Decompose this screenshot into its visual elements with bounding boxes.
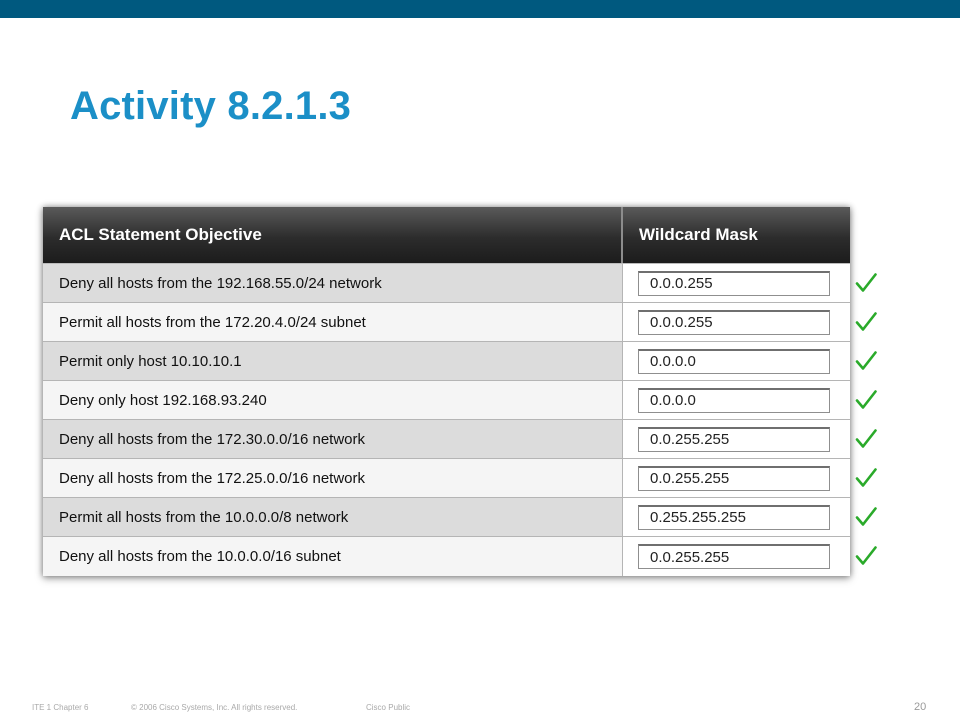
mask-cell: [623, 381, 850, 419]
table-row: Deny all hosts from the 192.168.55.0/24 …: [43, 264, 850, 303]
page-number: 20: [914, 701, 927, 713]
wildcard-mask-input[interactable]: [638, 544, 830, 569]
objective-cell: Deny only host 192.168.93.240: [43, 381, 623, 419]
table-row: Permit only host 10.10.10.1: [43, 342, 850, 381]
wildcard-mask-input[interactable]: [638, 465, 830, 491]
footer-classification: Cisco Public: [366, 703, 411, 712]
header-objective: ACL Statement Objective: [43, 207, 623, 263]
top-bar: [0, 0, 960, 18]
table-row: Deny all hosts from the 10.0.0.0/16 subn…: [43, 537, 850, 576]
wildcard-mask-input[interactable]: [638, 504, 830, 530]
table-row: Deny all hosts from the 172.30.0.0/16 ne…: [43, 420, 850, 459]
footer-course: ITE 1 Chapter 6: [32, 703, 89, 712]
mask-cell: [623, 459, 850, 497]
check-icon: [855, 497, 885, 536]
check-icon: [855, 263, 885, 302]
check-icon: [855, 341, 885, 380]
header-wildcard-mask: Wildcard Mask: [639, 225, 758, 244]
footer-copyright: © 2006 Cisco Systems, Inc. All rights re…: [131, 703, 298, 712]
objective-cell: Deny all hosts from the 172.25.0.0/16 ne…: [43, 459, 623, 497]
mask-cell: [623, 342, 850, 380]
objective-cell: Permit all hosts from the 10.0.0.0/8 net…: [43, 498, 623, 536]
check-icon: [855, 302, 885, 341]
objective-cell: Deny all hosts from the 172.30.0.0/16 ne…: [43, 420, 623, 458]
check-icon: [855, 458, 885, 497]
table-row: Permit all hosts from the 10.0.0.0/8 net…: [43, 498, 850, 537]
mask-cell: [623, 420, 850, 458]
check-icon: [855, 380, 885, 419]
check-icon: [855, 419, 885, 458]
mask-cell: [623, 537, 850, 576]
wildcard-mask-input[interactable]: [638, 270, 830, 296]
table-row: Deny only host 192.168.93.240: [43, 381, 850, 420]
acl-table: ACL Statement Objective Wildcard Mask De…: [43, 207, 850, 576]
wildcard-mask-input[interactable]: [638, 348, 830, 374]
mask-cell: [623, 498, 850, 536]
objective-cell: Permit only host 10.10.10.1: [43, 342, 623, 380]
wildcard-mask-input[interactable]: [638, 426, 830, 452]
mask-cell: [623, 303, 850, 341]
objective-cell: Deny all hosts from the 192.168.55.0/24 …: [43, 264, 623, 302]
wildcard-mask-input[interactable]: [638, 387, 830, 413]
objective-cell: Deny all hosts from the 10.0.0.0/16 subn…: [43, 537, 623, 576]
wildcard-mask-input[interactable]: [638, 309, 830, 335]
mask-cell: [623, 264, 850, 302]
page-title: Activity 8.2.1.3: [70, 84, 352, 128]
objective-cell: Permit all hosts from the 172.20.4.0/24 …: [43, 303, 623, 341]
status-column: [855, 263, 885, 575]
table-row: Permit all hosts from the 172.20.4.0/24 …: [43, 303, 850, 342]
check-icon: [855, 536, 885, 575]
table-row: Deny all hosts from the 172.25.0.0/16 ne…: [43, 459, 850, 498]
table-header: ACL Statement Objective Wildcard Mask: [43, 207, 850, 264]
